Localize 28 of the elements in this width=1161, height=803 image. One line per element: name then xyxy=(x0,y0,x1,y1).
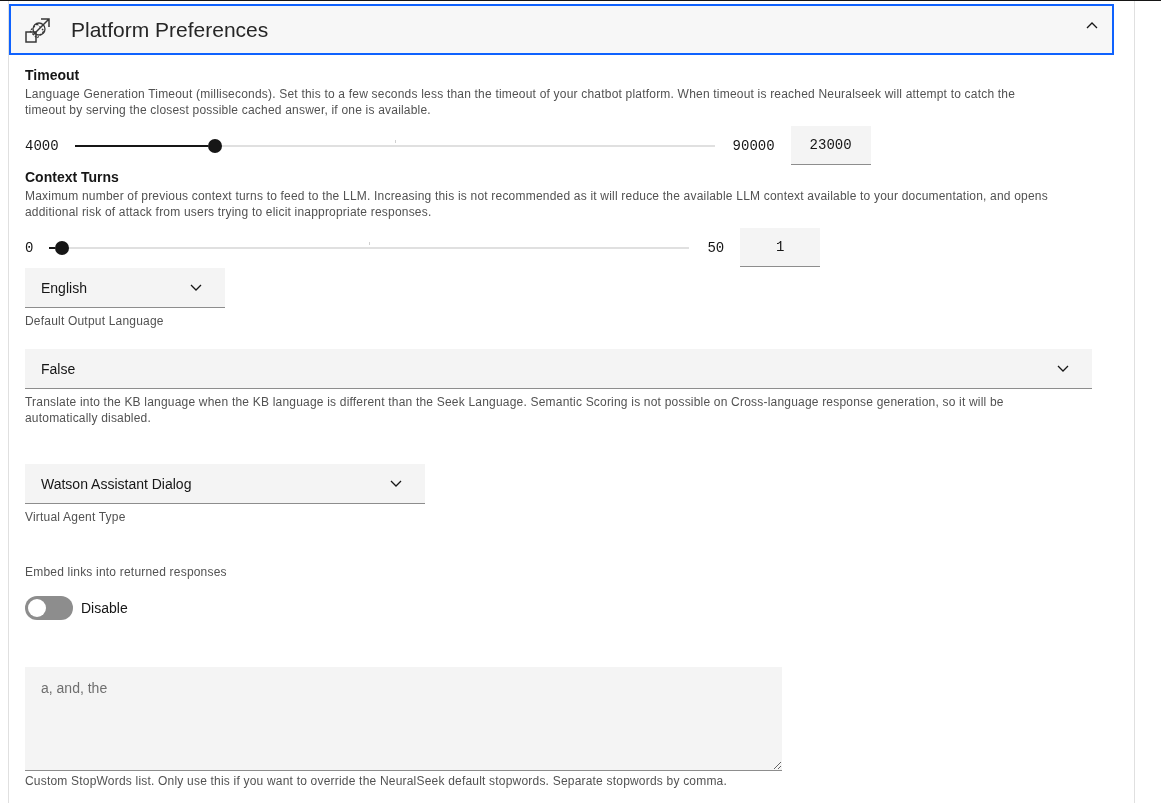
select-dropdown[interactable]: Watson Assistant Dialog xyxy=(25,464,425,504)
section-title: Timeout xyxy=(25,66,81,84)
slider-min-label: 0 xyxy=(25,238,34,258)
field-description: Maximum number of previous context turns to feed to the LLM. Increasing this is not recommended as it will reduce the available LLM context available to your documentation, and opens additional risk of attack from users trying to elicit inappropriate responses. xyxy=(25,188,1049,220)
chevron-icon xyxy=(190,284,202,291)
squares-arrow-icon xyxy=(25,16,51,43)
toggle-state-label: Disable xyxy=(81,599,128,618)
field-description: Language Generation Timeout (milliseconds). Set this to a few seconds less than the timeout of your chatbot platform. When timeout is reached Neuralseek will attempt to catch the timeout by serving the closest possible cached answer, if one is available. xyxy=(25,86,1017,118)
chevron-icon xyxy=(390,480,402,487)
stopwords-textarea[interactable]: a, and, the xyxy=(25,667,782,771)
slider-max-label: 90000 xyxy=(732,136,775,156)
number-input[interactable]: 23000 xyxy=(790,126,871,165)
slider-thumb[interactable] xyxy=(208,138,223,153)
helper-text: Custom StopWords list. Only use this if you want to override the NeuralSeek default stopwords. Separate stopwords by comma. xyxy=(25,773,729,789)
number-input[interactable]: 1 xyxy=(740,228,821,267)
toggle-switch[interactable] xyxy=(25,596,73,620)
select-dropdown[interactable]: English xyxy=(25,268,225,308)
slider-thumb[interactable] xyxy=(55,240,70,255)
helper-text: Translate into the KB language when the KB language is different than the Seek Language. Semantic Scoring is not possible on Cross-language response generation, so it will be automatically disabled. xyxy=(25,394,1005,426)
accordion-header[interactable]: Platform Preferences xyxy=(9,4,1114,55)
section-title: Context Turns xyxy=(25,168,120,186)
chevron-icon xyxy=(1057,365,1069,372)
helper-text: Virtual Agent Type xyxy=(25,509,127,525)
slider-min-label: 4000 xyxy=(25,136,59,156)
helper-text: Default Output Language xyxy=(25,313,165,329)
toggle-label: Embed links into returned responses xyxy=(25,564,228,580)
slider-max-label: 50 xyxy=(707,238,725,258)
select-dropdown[interactable]: False xyxy=(25,349,1092,389)
